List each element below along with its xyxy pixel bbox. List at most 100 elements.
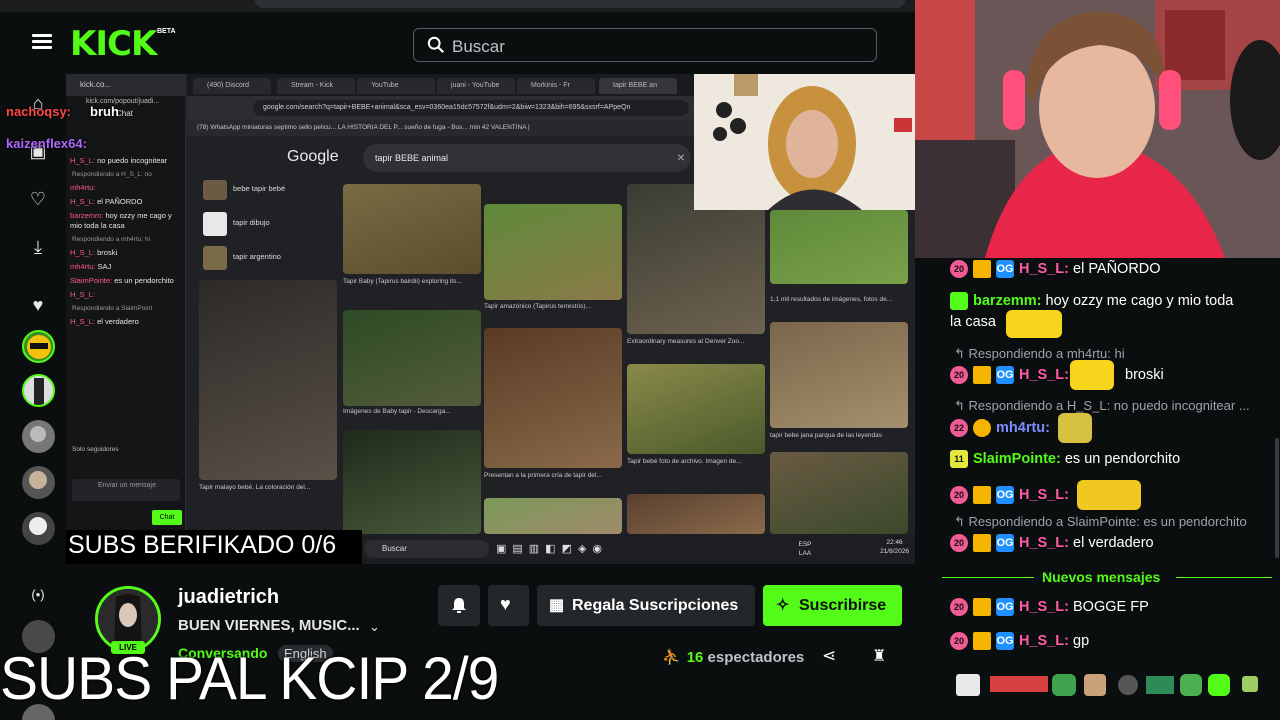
tapir-image[interactable] [627,364,765,454]
popout-username[interactable]: H_S_L: [70,197,95,206]
address-url[interactable]: google.com/search?q=tapir+BEBE+animal&sc… [253,100,689,116]
tapir-image[interactable] [484,498,622,534]
browser-tab[interactable]: juani - YouTube [437,78,515,94]
following-heart-icon[interactable]: ♡ [26,188,50,210]
chevron-down-icon[interactable]: ⌄ [369,619,380,635]
google-search-input[interactable]: tapir BEBE animal × [363,144,691,172]
bookmarks-bar: (78) WhatsApp miniaturas septimo sello p… [187,120,696,136]
popout-chat-button[interactable]: Chat [152,510,182,525]
tapir-image[interactable] [770,210,908,284]
shared-screen: kick.co... kick.com/popout/juadi... Chat… [66,74,915,564]
chat-message: 20 OG H_S_L: el verdadero [950,534,1154,552]
download-icon[interactable]: ⤓ [26,236,50,258]
tapir-image[interactable] [770,452,908,534]
google-logo[interactable]: Google [287,148,339,166]
subscribe-button[interactable]: ✧ Suscribirse [763,585,902,626]
share-icon[interactable]: ⋖ [822,646,836,666]
popout-reply: Respondiendo a H_S_L: no [72,171,152,178]
chat-scrollbar[interactable] [1275,438,1279,558]
image-caption[interactable]: Extraordinary measures at Denver Zoo... [627,338,765,345]
chat-username[interactable]: H_S_L: [1019,633,1069,649]
gift-subs-button[interactable]: ▦ Regala Suscripciones [537,585,755,626]
chat-username[interactable]: H_S_L: [1019,367,1069,383]
popout-username[interactable]: H_S_L: [70,290,95,299]
popout-username[interactable]: barzemm: [70,211,103,220]
subscriber-badge-icon: 20 [950,632,968,650]
channel-avatar[interactable] [22,420,55,453]
popout-text: SAJ [97,262,112,271]
overlay-message: bruh [90,104,119,119]
followed-heart-icon[interactable]: ♥ [26,294,50,316]
tapir-image[interactable] [770,322,908,428]
chat-emote[interactable] [1077,480,1141,510]
kick-logo[interactable]: KICK [70,24,157,64]
browser-tab[interactable]: tapir BEBE an [599,78,677,94]
browser-tab[interactable]: Stream - Kick [277,78,355,94]
tapir-image[interactable] [343,430,481,534]
popout-chat-label: Chat [116,109,133,118]
popout-text: broski [97,248,118,257]
chat-username[interactable]: barzemm: [973,293,1042,309]
streamer-facecam [694,74,915,210]
chat-message: 22 mh4rtu: [950,413,1093,443]
chat-username[interactable]: H_S_L: [1019,535,1069,551]
image-caption[interactable]: Tapir malayo bebé. La coloración del... [199,484,337,491]
popout-message-input[interactable]: Enviar un mensaje [72,479,180,501]
chat-emote[interactable] [1070,360,1114,390]
clear-icon[interactable]: × [677,149,685,165]
chat-emote[interactable] [1058,413,1093,443]
related-search-item[interactable]: tapir dibujo [199,208,329,242]
tapir-image[interactable] [484,328,622,468]
browser-tab[interactable]: (490) Discord [193,78,271,94]
image-caption[interactable]: Tapir Baby (Tapirus bairdii) exploring i… [343,278,481,285]
popout-message: SlaimPointe: es un pendorchito [66,276,185,286]
popout-followers-only: Solo seguidores [72,446,119,453]
related-search-item[interactable]: bebe tapir bebé [199,180,329,208]
taskbar-search[interactable]: Buscar [364,540,489,558]
image-caption[interactable]: Presentan a la primera cría de tapir del… [484,472,622,479]
notifications-button[interactable] [438,585,480,626]
tapir-image[interactable] [343,310,481,406]
tapir-image[interactable] [627,494,765,534]
image-caption[interactable]: Imágenes de Baby tapir - Descarga... [343,408,481,415]
popout-username[interactable]: mh4rtu: [70,262,95,271]
image-caption[interactable]: tapir bebe jana parqua de las leyendas [770,432,908,439]
channel-avatar[interactable] [22,512,55,545]
new-messages-divider[interactable]: Nuevos mensajes [942,568,1280,586]
image-caption[interactable]: Tapir amazónico (Tapirus terrestris)... [484,303,622,310]
tapir-image[interactable] [199,280,337,480]
channel-name[interactable]: juadietrich [178,586,279,609]
chat-username[interactable]: H_S_L: [1019,487,1069,503]
search-icon [427,36,444,53]
browser-tab[interactable]: Morkinis - Fr [517,78,595,94]
tapir-image[interactable] [484,204,622,300]
image-caption[interactable]: 1,1 mil resultados de imágenes, fotos de… [770,296,908,303]
image-caption[interactable]: Tapir bebé foto de archivo. Imagen de... [627,458,765,465]
chat-username[interactable]: H_S_L: [1019,599,1069,615]
menu-icon[interactable] [32,34,52,50]
popout-username[interactable]: mh4rtu: [70,183,95,192]
chat-username[interactable]: H_S_L: [1019,261,1069,277]
follow-button[interactable]: ♥ [488,585,529,626]
live-signal-icon[interactable]: (•) [26,584,50,606]
browser-tab[interactable]: YouTube [357,78,435,94]
popout-username[interactable]: H_S_L: [70,156,95,165]
search-input[interactable]: Buscar [413,28,877,62]
stream-screenshot: { "header": { "logo": "KICK", "beta": "B… [0,0,1280,720]
subscriber-badge-icon: 22 [950,419,968,437]
channel-avatar[interactable] [22,466,55,499]
chat-username[interactable]: SlaimPointe: [973,451,1061,467]
chat-username[interactable]: mh4rtu: [996,420,1050,436]
channel-avatar[interactable] [22,374,55,407]
channel-avatar[interactable] [22,330,55,363]
popout-username[interactable]: SlaimPointe: [70,276,112,285]
clip-icon[interactable]: ♜ [872,646,886,666]
popout-username[interactable]: H_S_L: [70,317,95,326]
address-bar[interactable]: google.com/search?q=tapir+BEBE+animal&sc… [187,96,696,120]
related-search-item[interactable]: tapir argentino [199,242,329,276]
chat-panel: 20 OG H_S_L: el PAÑORDO barzemm: hoy ozzy m… [942,258,1280,720]
popout-username[interactable]: H_S_L: [70,248,95,257]
taskbar-apps[interactable]: ▣▤▥◧◩◈◉ [496,542,608,555]
tapir-image[interactable] [343,184,481,274]
chat-emote[interactable] [1006,310,1062,338]
